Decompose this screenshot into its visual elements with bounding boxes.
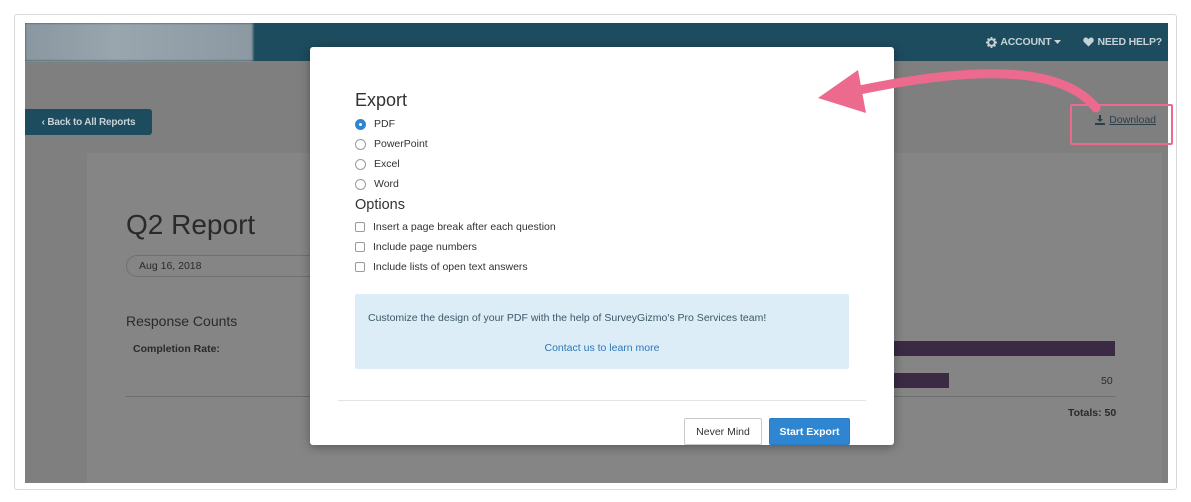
caret-down-icon [1054,39,1062,44]
report-date[interactable]: Aug 16, 2018 [126,255,336,277]
app-window: ACCOUNT NEED HELP? ‹ Back to All Reports… [25,23,1168,483]
footer-divider [338,400,866,401]
contact-us-link[interactable]: Contact us to learn more [355,342,849,354]
format-option-pdf[interactable]: PDF [355,118,395,130]
download-highlight-box [1070,104,1173,145]
start-export-button[interactable]: Start Export [769,418,850,445]
never-mind-button[interactable]: Never Mind [684,418,762,445]
format-label: PDF [374,118,395,130]
option-page-break[interactable]: Insert a page break after each question [355,221,556,233]
account-label: ACCOUNT [1000,36,1052,48]
format-option-excel[interactable]: Excel [355,158,400,170]
help-menu[interactable]: NEED HELP? [1083,36,1162,48]
option-label: Include page numbers [373,241,477,253]
checkbox-page-numbers[interactable] [355,242,365,252]
option-label: Include lists of open text answers [373,261,528,273]
response-value: 50 [1101,375,1113,387]
radio-excel[interactable] [355,158,366,170]
back-to-reports-button[interactable]: ‹ Back to All Reports [25,109,152,135]
radio-pdf[interactable] [355,118,366,130]
format-label: Excel [374,158,400,170]
options-heading: Options [355,197,405,213]
radio-powerpoint[interactable] [355,138,366,150]
radio-word[interactable] [355,178,366,190]
option-page-numbers[interactable]: Include page numbers [355,241,477,253]
completion-rate-label: Completion Rate: [133,343,220,355]
format-label: Word [374,178,399,190]
export-heading: Export [355,90,408,110]
format-label: PowerPoint [374,138,428,150]
navbar-right: ACCOUNT NEED HELP? [986,23,1162,61]
gear-icon [986,36,998,48]
export-dialog: Export PDF PowerPoint Excel Word Options… [310,47,894,445]
option-open-text[interactable]: Include lists of open text answers [355,261,528,273]
promo-text: Customize the design of your PDF with th… [368,312,767,324]
heart-icon [1083,37,1095,47]
checkbox-page-break[interactable] [355,222,365,232]
pro-services-banner: Customize the design of your PDF with th… [355,294,849,369]
response-counts-heading: Response Counts [126,313,238,329]
help-label: NEED HELP? [1097,36,1162,48]
checkbox-open-text[interactable] [355,262,365,272]
blurred-logo [25,23,253,61]
option-label: Insert a page break after each question [373,221,556,233]
account-menu[interactable]: ACCOUNT [986,36,1062,48]
totals-label: Totals: 50 [1068,407,1117,419]
format-option-word[interactable]: Word [355,178,399,190]
completion-bar [875,341,1115,356]
report-title: Q2 Report [126,209,256,240]
format-option-powerpoint[interactable]: PowerPoint [355,138,428,150]
